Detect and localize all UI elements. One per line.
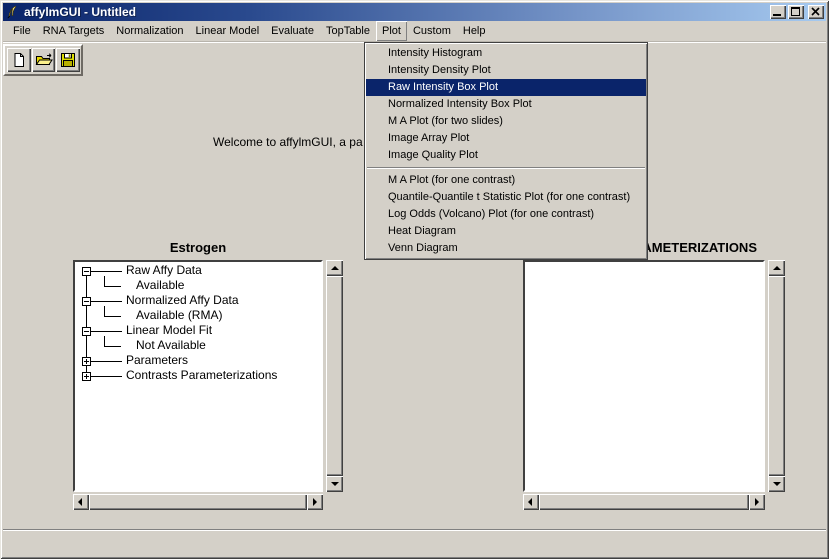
scroll-right-button[interactable] [749,494,765,510]
scroll-right-button[interactable] [307,494,323,510]
scroll-up-button[interactable] [768,260,785,276]
arrow-down-icon [773,482,781,486]
arrow-left-icon [78,498,82,506]
tree-item-parameters[interactable]: Parameters [126,353,188,368]
menu-item-heat-diagram[interactable]: Heat Diagram [366,223,646,240]
maximize-button[interactable] [788,5,804,19]
arrow-up-icon [331,266,339,270]
arrow-right-icon [313,498,317,506]
scroll-down-button[interactable] [326,476,343,492]
tree-item-linear-model-fit[interactable]: Linear Model Fit [126,323,212,338]
tree-item-contrasts-parameterizations[interactable]: Contrasts Parameterizations [126,368,277,383]
window-title: affylmGUI - Untitled [24,5,136,19]
scrollbar-thumb[interactable] [539,494,749,510]
menu-item-normalized-intensity-box-plot[interactable]: Normalized Intensity Box Plot [366,96,646,113]
toggle-minus-glyph [84,331,89,332]
status-tree-listbox[interactable]: Raw Affy DataAvailableNormalized Affy Da… [73,260,323,492]
toggle-minus-glyph [84,301,89,302]
menu-item-log-odds-volcano-plot-for-one-contrast[interactable]: Log Odds (Volcano) Plot (for one contras… [366,206,646,223]
arrow-left-icon [528,498,532,506]
new-page-icon [11,52,27,68]
minimize-button[interactable] [770,5,786,19]
menubar-item-file[interactable]: File [7,21,37,41]
menu-item-m-a-plot-for-one-contrast[interactable]: M A Plot (for one contrast) [366,172,646,189]
scrollbar-thumb[interactable] [326,276,343,476]
collapse-toggle[interactable] [82,267,91,276]
menu-item-quantile-quantile-t-statistic-plot-for-one-contrast[interactable]: Quantile-Quantile t Statistic Plot (for … [366,189,646,206]
menubar-item-toptable[interactable]: TopTable [320,21,376,41]
menu-item-m-a-plot-for-two-slides[interactable]: M A Plot (for two slides) [366,113,646,130]
tree-item-available-rma[interactable]: Available (RMA) [136,308,222,323]
menu-item-image-array-plot[interactable]: Image Array Plot [366,130,646,147]
expand-toggle[interactable] [82,357,91,366]
titlebar[interactable]: affylmGUI - Untitled [3,3,826,21]
arrow-right-icon [755,498,759,506]
tree-child-hline [104,286,121,287]
scroll-left-button[interactable] [523,494,539,510]
scroll-left-button[interactable] [73,494,89,510]
scrollbar-thumb[interactable] [768,276,785,476]
expand-toggle[interactable] [82,372,91,381]
tree-branch-line [91,301,122,302]
arrow-down-icon [331,482,339,486]
status-tree: Raw Affy DataAvailableNormalized Affy Da… [75,262,321,490]
tree-item-raw-affy-data[interactable]: Raw Affy Data [126,263,202,278]
tree-child-hline [104,346,121,347]
save-file-button[interactable] [56,48,80,72]
open-folder-icon [35,52,53,68]
close-icon [808,5,824,19]
maximize-icon [791,7,800,16]
welcome-text: Welcome to affylmGUI, a pa [213,135,363,149]
menu-item-image-quality-plot[interactable]: Image Quality Plot [366,147,646,164]
close-button[interactable] [808,5,824,19]
menubar-item-plot[interactable]: Plot [376,21,407,41]
collapse-toggle[interactable] [82,327,91,336]
tree-item-normalized-affy-data[interactable]: Normalized Affy Data [126,293,239,308]
toolbar [3,44,83,76]
scroll-down-button[interactable] [768,476,785,492]
menubar-item-linear-model[interactable]: Linear Model [190,21,266,41]
application-window: affylmGUI - Untitled FileRNA TargetsNorm… [0,0,829,559]
menubar-item-help[interactable]: Help [457,21,492,41]
tree-branch-line [91,271,122,272]
contrasts-listbox[interactable] [523,260,765,492]
tree-child-hline [104,316,121,317]
minimize-icon [773,14,781,16]
toggle-plus-glyph [86,374,87,379]
menubar-item-evaluate[interactable]: Evaluate [265,21,320,41]
feather-app-icon [5,5,20,20]
scrollbar-thumb[interactable] [89,494,307,510]
tree-item-not-available[interactable]: Not Available [136,338,206,353]
left-panel-title: Estrogen [73,240,323,255]
left-horizontal-scrollbar[interactable] [73,494,323,510]
menu-item-raw-intensity-box-plot[interactable]: Raw Intensity Box Plot [366,79,646,96]
menu-item-venn-diagram[interactable]: Venn Diagram [366,240,646,257]
arrow-up-icon [773,266,781,270]
collapse-toggle[interactable] [82,297,91,306]
tree-branch-line [91,361,122,362]
tree-branch-line [91,376,122,377]
tree-item-available[interactable]: Available [136,278,184,293]
toggle-minus-glyph [84,271,89,272]
menu-item-intensity-histogram[interactable]: Intensity Histogram [366,45,646,62]
right-vertical-scrollbar[interactable] [768,260,785,492]
new-file-button[interactable] [7,48,31,72]
tree-branch-line [91,331,122,332]
menu-item-intensity-density-plot[interactable]: Intensity Density Plot [366,62,646,79]
menu-separator [367,167,645,169]
open-file-button[interactable] [32,48,56,72]
left-vertical-scrollbar[interactable] [326,260,343,492]
menubar: FileRNA TargetsNormalizationLinear Model… [3,21,826,41]
plot-dropdown-menu: Intensity HistogramIntensity Density Plo… [364,42,648,260]
menubar-item-rna-targets[interactable]: RNA Targets [37,21,111,41]
toggle-plus-glyph [86,359,87,364]
scroll-up-button[interactable] [326,260,343,276]
right-horizontal-scrollbar[interactable] [523,494,765,510]
save-floppy-icon [60,52,76,68]
menubar-item-normalization[interactable]: Normalization [110,21,189,41]
menubar-item-custom[interactable]: Custom [407,21,457,41]
